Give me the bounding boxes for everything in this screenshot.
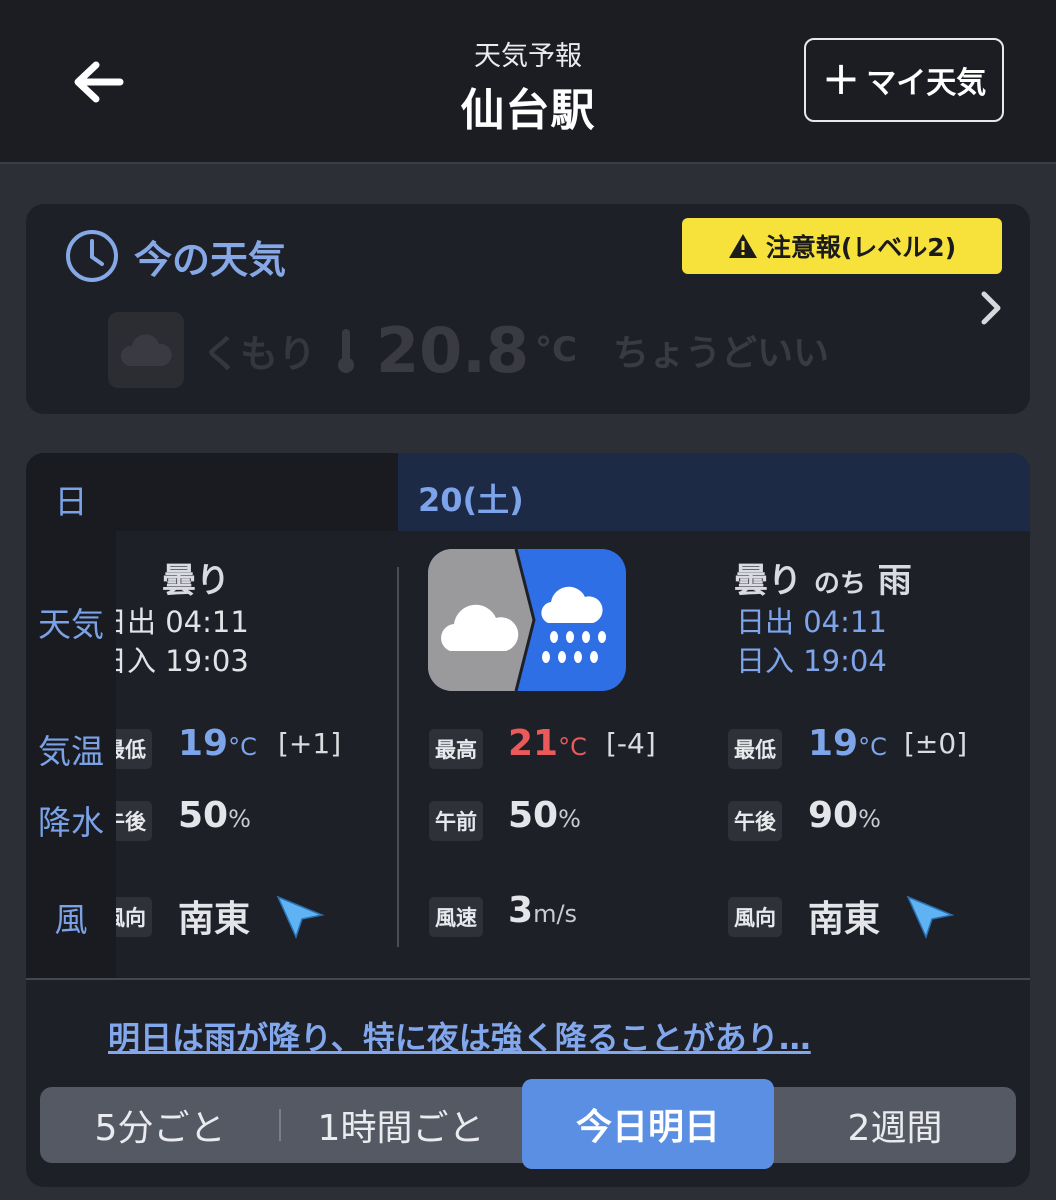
forecast-tabs: 5分ごと 1時間ごと 今日明日 2週間 (40, 1079, 1016, 1169)
current-condition: くもり (202, 331, 317, 376)
next-wind-tag: 風向 (728, 897, 782, 937)
add-my-weather-button[interactable]: + マイ天気 (804, 38, 1004, 122)
app-header: 天気予報 仙台駅 + マイ天気 (0, 0, 1056, 164)
next-temperature: 19°C (808, 723, 887, 764)
thermometer-icon (338, 329, 355, 373)
row-label-temperature: 気温 (38, 732, 104, 771)
prev-temperature: 19°C (178, 723, 257, 764)
mid-wind-tag: 風速 (429, 897, 483, 937)
next-precip-tag: 午後 (728, 801, 782, 841)
tab-2weeks[interactable]: 2週間 (774, 1087, 1016, 1163)
prev-sunset: 日入 19:03 (98, 644, 249, 678)
current-weather-summary: くもり 20.8 °C ちょうどいい (108, 312, 829, 388)
prev-temp-diff: [+1] (278, 727, 342, 760)
tab-5min[interactable]: 5分ごと (40, 1087, 280, 1163)
next-temp-diff: [±0] (904, 727, 968, 760)
mid-precip: 50% (508, 795, 581, 836)
cloud-icon (108, 312, 184, 388)
current-weather-heading: 今の天気 (134, 237, 287, 282)
current-weather-title: 今の天気 (64, 228, 286, 284)
mid-wind-speed: 3m/s (508, 890, 578, 931)
current-temperature: 20.8 (376, 313, 529, 387)
row-label-wind: 風 (54, 900, 88, 939)
my-weather-label: マイ天気 (866, 66, 987, 101)
warning-badge[interactable]: 注意報(レベル2) (682, 218, 1002, 274)
wind-arrow-icon (276, 895, 325, 939)
mid-precip-tag: 午前 (429, 801, 483, 841)
clock-icon (66, 230, 118, 282)
current-temp-unit: °C (535, 330, 577, 370)
prev-condition: 曇り (162, 561, 230, 601)
row-label-precip: 降水 (38, 803, 104, 842)
row-label-weather: 天気 (38, 605, 104, 644)
mid-temp-tag: 最高 (429, 729, 483, 769)
prev-wind: 南東 (178, 899, 251, 940)
next-wind: 南東 (808, 899, 881, 940)
current-weather-card[interactable]: 今の天気 注意報(レベル2) くもり 20.8 °C ちょうどいい (26, 204, 1030, 414)
tab-hourly[interactable]: 1時間ごと (280, 1087, 522, 1163)
tab-today-tomorrow[interactable]: 今日明日 (522, 1079, 774, 1169)
warning-icon (728, 234, 757, 258)
forecast-summary-link[interactable]: 明日は雨が降り、特に夜は強く降ることがあり… (108, 1013, 811, 1059)
warning-label: 注意報(レベル2) (765, 233, 957, 262)
next-precip: 90% (808, 795, 881, 836)
chevron-right-icon[interactable] (976, 286, 1006, 330)
current-feeling: ちょうどいい (612, 333, 829, 374)
row-label-day: 日 (54, 482, 88, 521)
mid-temp-diff: [-4] (606, 727, 656, 760)
forecast-table: 20(土) 日 天気 気温 降水 風 曇り 日出 04:11 日入 19:03 … (26, 453, 1030, 1187)
forecast-date: 20(土) (418, 481, 524, 519)
summary-divider (26, 978, 1030, 980)
plus-icon: + (821, 51, 861, 105)
cloud-then-rain-icon (428, 549, 626, 691)
next-temp-tag: 最低 (728, 729, 782, 769)
prev-precip: 50% (178, 795, 251, 836)
mid-temperature: 21°C (508, 723, 587, 764)
wind-arrow-icon (906, 895, 955, 939)
prev-sunrise: 日出 04:11 (98, 605, 249, 639)
next-sunrise: 日出 04:11 (736, 605, 887, 639)
row-label-column: 日 天気 気温 降水 風 (26, 453, 116, 978)
column-divider (397, 567, 399, 947)
next-condition: 曇り のち 雨 (734, 561, 912, 601)
next-sunset: 日入 19:04 (736, 644, 887, 678)
